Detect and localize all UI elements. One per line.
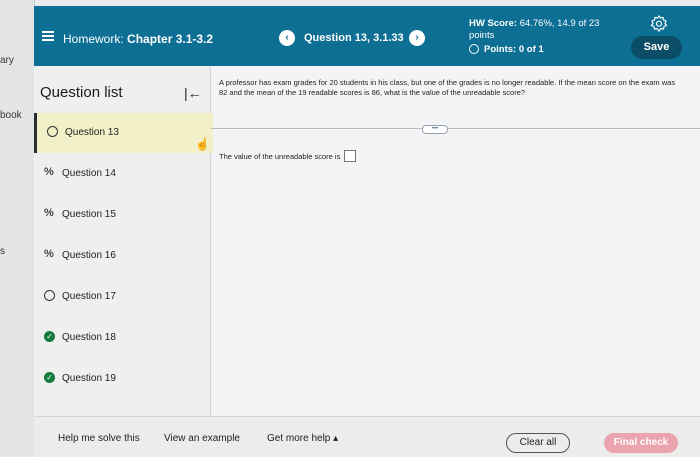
title-prefix: Homework:: [63, 32, 124, 46]
question-text: A professor has exam grades for 20 stude…: [219, 78, 676, 97]
partial-credit-icon: %: [44, 207, 54, 219]
answer-row: The value of the unreadable score is: [219, 150, 357, 162]
question-label: Question 19: [62, 373, 116, 384]
hw-score-label: HW Score:: [469, 18, 518, 29]
help-me-solve-button[interactable]: Help me solve this: [58, 433, 140, 444]
next-question-button[interactable]: ›: [409, 30, 425, 46]
final-check-button[interactable]: Final check: [604, 433, 678, 453]
points-status-icon: [469, 44, 479, 54]
clear-all-button[interactable]: Clear all: [506, 433, 570, 453]
question-label: Question 13: [65, 127, 119, 138]
question-list-item-17[interactable]: Question 17: [34, 277, 210, 317]
homework-title: Homework: Chapter 3.1-3.2: [63, 32, 213, 46]
question-label: Question 16: [62, 250, 116, 261]
question-label: Question 17: [62, 291, 116, 302]
unanswered-icon: [47, 126, 58, 137]
question-list-item-19[interactable]: ✓ Question 19: [34, 359, 210, 399]
question-list-item-14[interactable]: % Question 14: [34, 154, 210, 194]
hand-pointer-cursor-icon: ☝: [195, 137, 210, 151]
content-divider: [211, 128, 700, 129]
answer-prompt: The value of the unreadable score is: [219, 152, 341, 161]
view-example-button[interactable]: View an example: [164, 433, 240, 444]
points-value: 0 of 1: [518, 44, 544, 55]
question-list-item-15[interactable]: % Question 15: [34, 195, 210, 235]
title-chapter: Chapter 3.1-3.2: [127, 32, 214, 46]
question-list-heading: Question list: [40, 84, 123, 101]
settings-gear-icon[interactable]: [650, 15, 668, 33]
question-content: A professor has exam grades for 20 stude…: [211, 66, 700, 416]
question-label: Question 14: [62, 168, 116, 179]
hw-score-value: 64.76%, 14.9 of 23: [519, 18, 600, 29]
previous-question-button[interactable]: ‹: [279, 30, 295, 46]
caret-up-icon: ▴: [333, 433, 339, 444]
question-list-item-18[interactable]: ✓ Question 18: [34, 318, 210, 358]
points-indicator: Points: 0 of 1: [469, 44, 544, 55]
question-title: Question 13, 3.1.33: [304, 32, 404, 44]
question-list-sidebar: Question list |← Question 13 % Question …: [34, 66, 213, 416]
get-more-help-label: Get more help: [267, 433, 331, 444]
correct-check-icon: ✓: [44, 372, 55, 383]
partial-credit-icon: %: [44, 166, 54, 178]
points-label: Points:: [484, 44, 517, 55]
collapse-sidebar-icon[interactable]: |←: [184, 85, 202, 101]
hamburger-menu-icon[interactable]: [42, 31, 54, 41]
get-more-help-button[interactable]: Get more help ▴: [267, 433, 338, 444]
footer-bar: Help me solve this View an example Get m…: [34, 416, 700, 457]
question-list-item-16[interactable]: % Question 16: [34, 236, 210, 276]
background-window-strip: ary book s: [0, 0, 35, 456]
question-label: Question 15: [62, 209, 116, 220]
hw-score: HW Score: 64.76%, 14.9 of 23 points: [469, 18, 619, 42]
question-label: Question 18: [62, 332, 116, 343]
save-button[interactable]: Save: [631, 36, 682, 59]
strip-item-3: s: [0, 246, 5, 257]
unanswered-icon: [44, 290, 55, 301]
question-list-item-13[interactable]: Question 13: [34, 113, 213, 153]
top-bar: Homework: Chapter 3.1-3.2 ‹ Question 13,…: [34, 6, 700, 66]
correct-check-icon: ✓: [44, 331, 55, 342]
hw-score-unit: points: [469, 30, 495, 41]
strip-item-1: ary: [0, 55, 14, 66]
strip-item-2: book: [0, 110, 22, 121]
answer-input[interactable]: [344, 150, 357, 162]
partial-credit-icon: %: [44, 248, 54, 260]
homework-app: Homework: Chapter 3.1-3.2 ‹ Question 13,…: [34, 6, 700, 457]
expand-more-button[interactable]: •••: [422, 125, 448, 134]
